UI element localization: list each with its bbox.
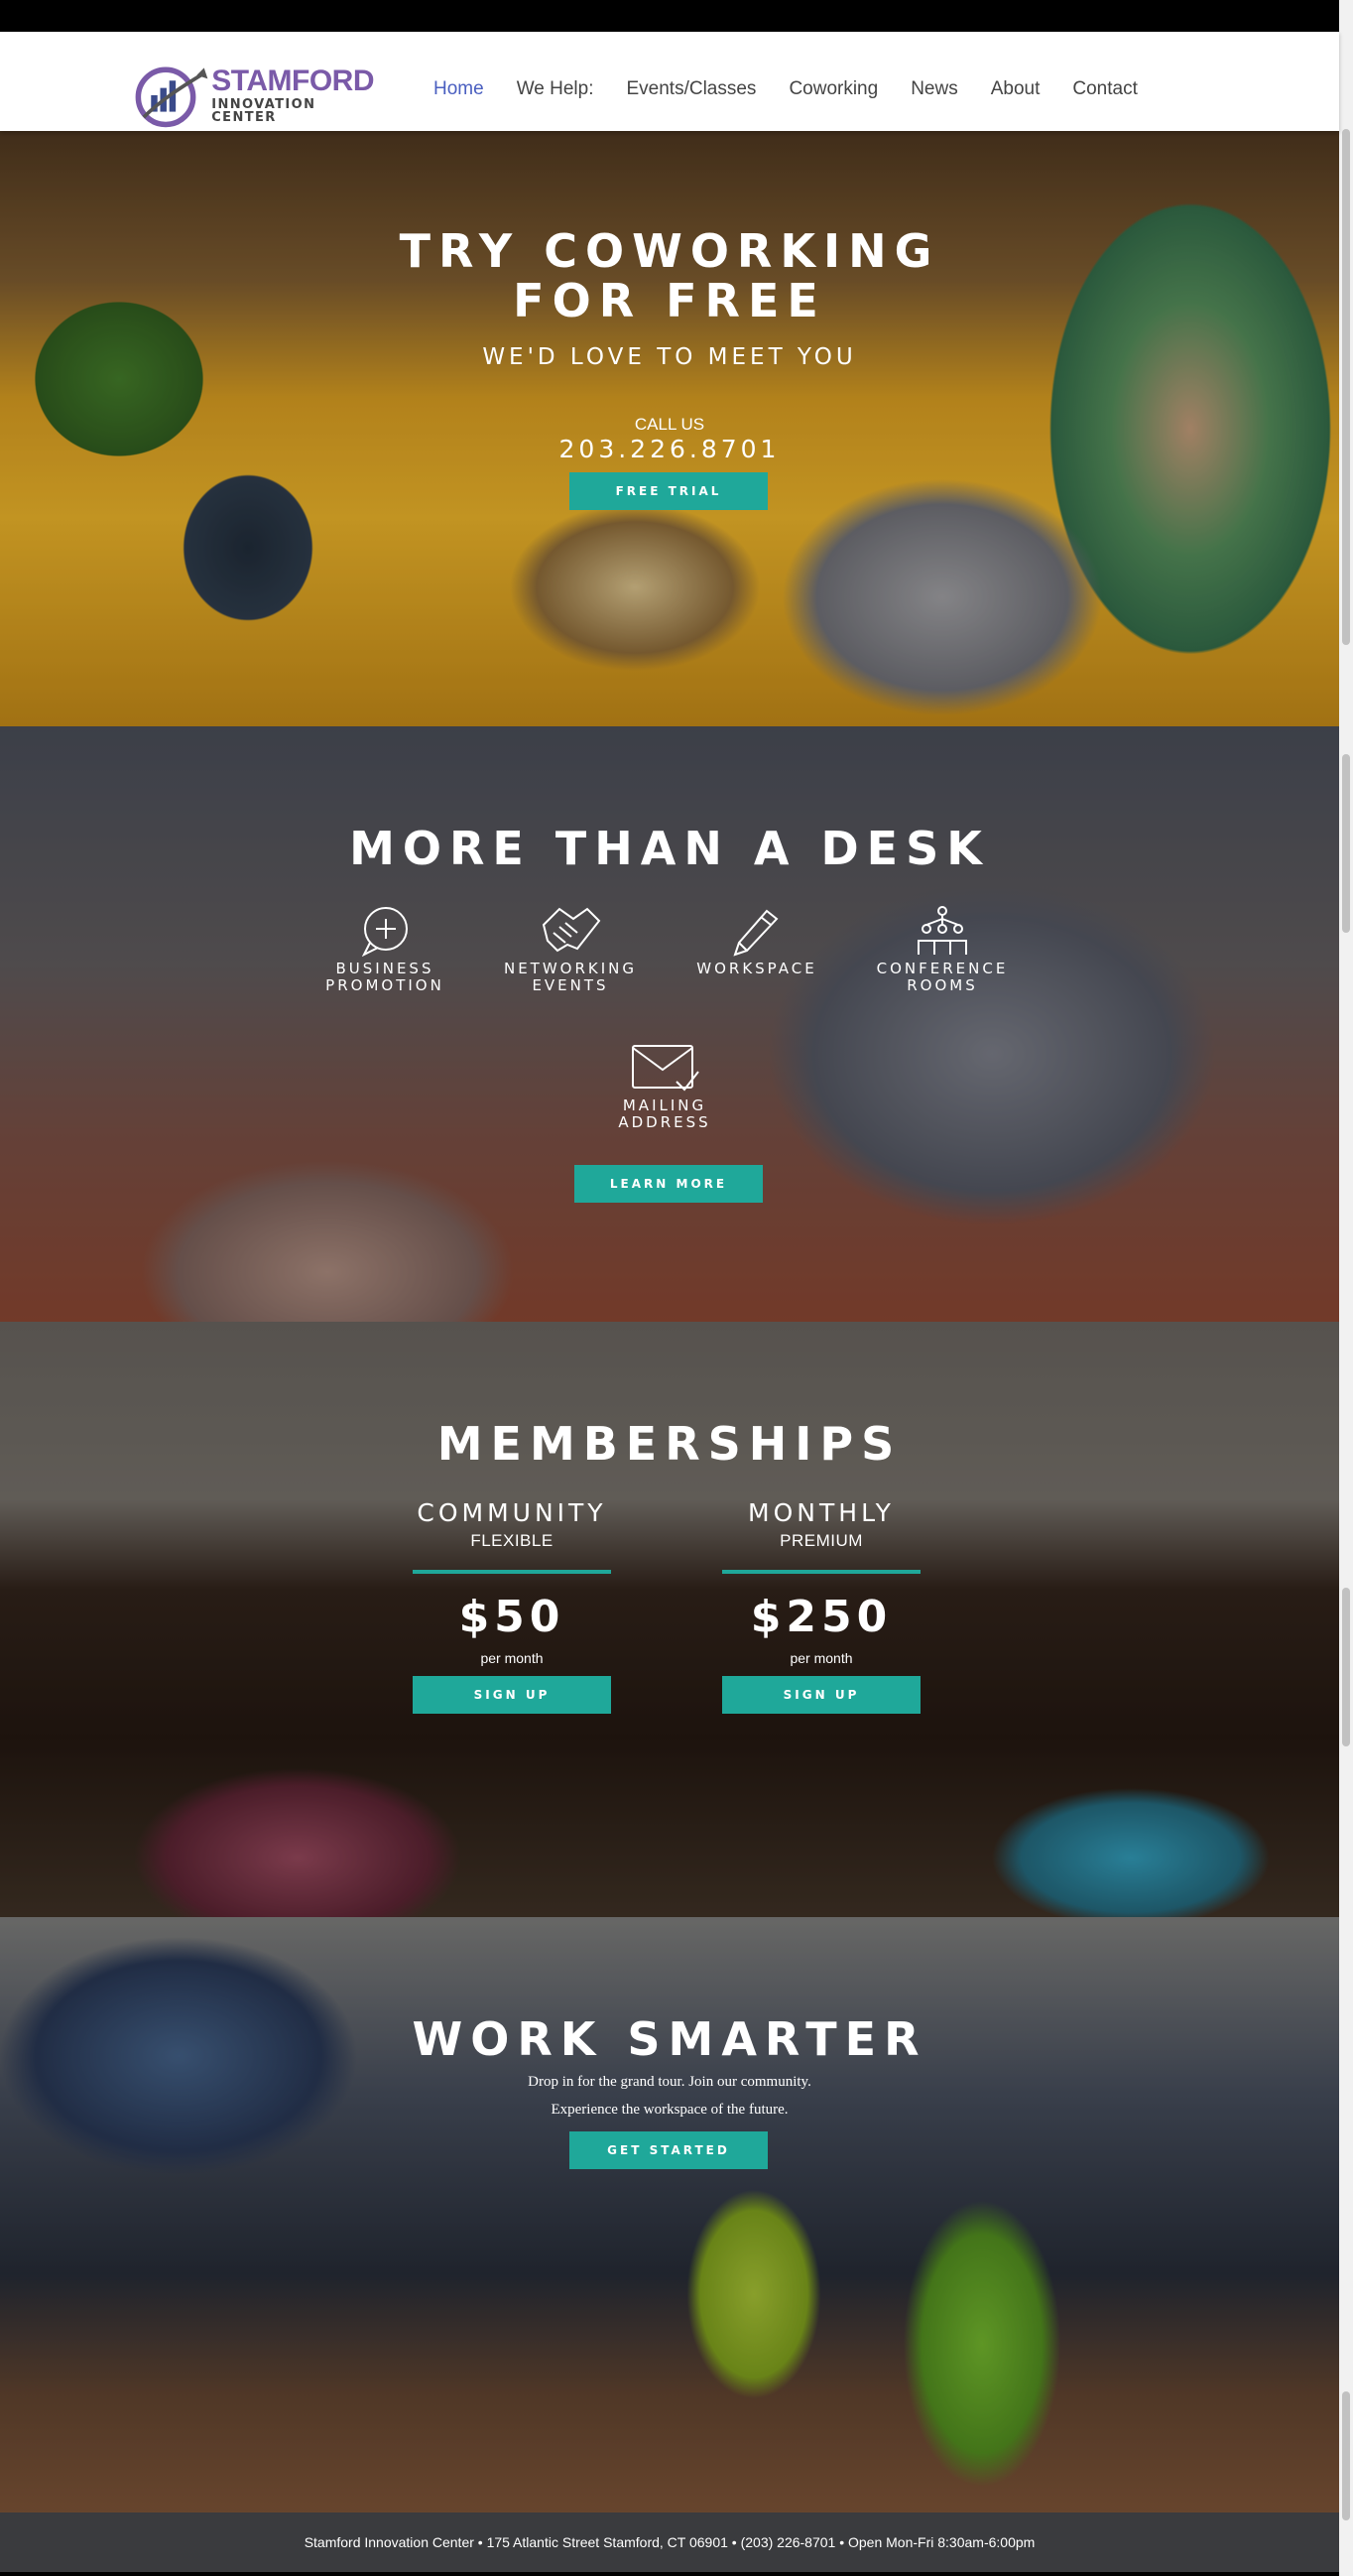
signup-monthly-button[interactable]: SIGN UP [722,1676,921,1714]
logo-mark-icon [135,66,208,128]
nav-home[interactable]: Home [433,78,484,100]
plan-name: MONTHLY [748,1498,895,1527]
feature-mailing-address: MAILING ADDRESS [575,1042,754,1131]
feature-label-line1: NETWORKING [503,960,638,977]
nav-coworking[interactable]: Coworking [789,78,878,100]
main-nav: Home We Help: Events/Classes Coworking N… [433,69,1170,109]
top-black-bar [0,0,1339,32]
hero-title-line1: TRY COWORKING [399,224,940,278]
hero-section: TRY COWORKING FOR FREE WE'D LOVE TO MEET… [0,131,1339,726]
feature-label-line1: BUSINESS [335,960,434,977]
plan-price: $250 [750,1592,893,1642]
learn-more-button[interactable]: LEARN MORE [574,1165,763,1203]
scrollbar-thumb[interactable] [1342,129,1350,645]
features-section: MORE THAN A DESK BUSINESS PROMOTION NETW… [0,726,1339,1322]
call-us-label: CALL US [634,415,705,434]
envelope-check-icon [632,1045,699,1092]
feature-workspace: WORKSPACE [668,905,846,977]
features-title: MORE THAN A DESK [349,822,990,875]
feature-label-line2: ADDRESS [618,1113,711,1131]
memberships-title: MEMBERSHIPS [436,1417,903,1471]
work-smarter-title: WORK SMARTER [412,2012,927,2066]
feature-label-line2: WORKSPACE [696,960,817,977]
site-footer: Stamford Innovation Center • 175 Atlanti… [0,2512,1339,2572]
nav-we-help[interactable]: We Help: [517,78,594,100]
plan-name: COMMUNITY [417,1498,607,1527]
work-smarter-line2: Experience the workspace of the future. [551,2102,789,2118]
nav-contact[interactable]: Contact [1072,78,1137,100]
logo-line2: INNOVATION CENTER [211,97,316,125]
feature-label-line2: ROOMS [907,976,978,994]
people-network-icon [918,906,967,955]
feature-business-promotion: BUSINESS PROMOTION [296,905,474,994]
free-trial-button[interactable]: FREE TRIAL [569,472,768,510]
scrollbar-thumb-2[interactable] [1342,754,1350,933]
feature-label-line1: MAILING [622,1096,707,1114]
plan-subtitle: PREMIUM [780,1531,863,1550]
scrollbar-thumb-4[interactable] [1342,2391,1350,2520]
plan-subtitle: FLEXIBLE [470,1531,554,1550]
hero-subtitle: WE'D LOVE TO MEET YOU [482,344,857,370]
logo-line1: STAMFORD [211,64,374,97]
plan-community: COMMUNITY FLEXIBLE $50 per month SIGN UP [413,1498,611,1714]
feature-networking-events: NETWORKING EVENTS [481,905,660,994]
plan-period: per month [480,1650,544,1666]
scrollbar-thumb-3[interactable] [1342,1588,1350,1746]
nav-events-classes[interactable]: Events/Classes [626,78,756,100]
hero-title-line2: FOR FREE [513,274,826,327]
plan-divider [413,1570,611,1574]
site-logo[interactable]: STAMFORD INNOVATION CENTER [131,60,374,131]
feature-label-line1: CONFERENCE [876,960,1009,977]
handshake-icon [542,907,601,953]
plan-monthly: MONTHLY PREMIUM $250 per month SIGN UP [722,1498,921,1714]
feature-label-line2: EVENTS [532,976,609,994]
plan-price: $50 [458,1592,565,1642]
nav-news[interactable]: News [911,78,958,100]
pen-icon [733,909,779,957]
work-smarter-section: WORK SMARTER Drop in for the grand tour.… [0,1917,1339,2512]
plus-chat-icon [361,907,408,957]
footer-text: Stamford Innovation Center • 175 Atlanti… [304,2534,1036,2550]
feature-label-line2: PROMOTION [325,976,444,994]
page-scrollbar[interactable] [1339,0,1353,2576]
plan-divider [722,1570,921,1574]
hero-phone[interactable]: 203.226.8701 [0,435,1339,463]
signup-community-button[interactable]: SIGN UP [413,1676,611,1714]
work-smarter-line1: Drop in for the grand tour. Join our com… [528,2074,811,2090]
memberships-section: MEMBERSHIPS COMMUNITY FLEXIBLE $50 per m… [0,1322,1339,1917]
feature-conference-rooms: CONFERENCE ROOMS [853,905,1032,994]
get-started-button[interactable]: GET STARTED [569,2131,768,2169]
plan-period: per month [790,1650,853,1666]
hero-title: TRY COWORKING FOR FREE [0,226,1339,325]
site-header: STAMFORD INNOVATION CENTER Home We Help:… [0,32,1339,131]
nav-about[interactable]: About [991,78,1041,100]
